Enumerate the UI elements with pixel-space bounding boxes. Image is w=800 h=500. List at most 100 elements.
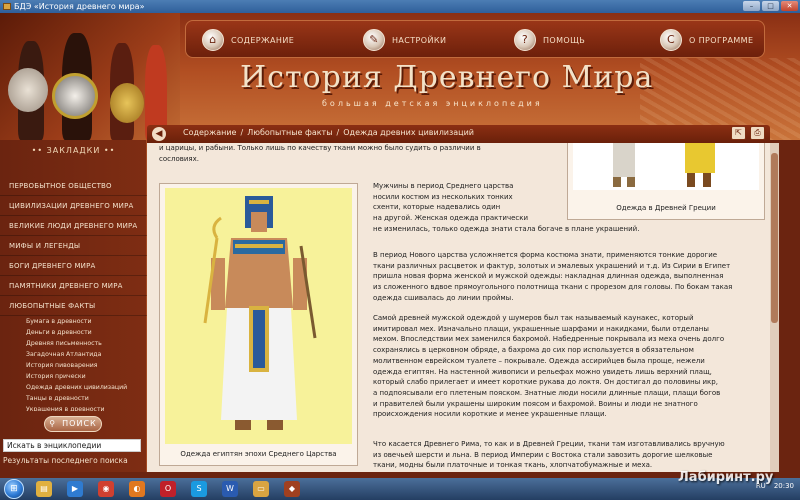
text-line: который слабо прилегает и имеет короткие… [373,378,718,387]
wrench-icon: ✎ [363,29,385,51]
breadcrumb-item-contents[interactable]: Содержание [183,128,236,137]
clock[interactable]: 20:30 [774,482,794,490]
media-player-icon[interactable]: ▶ [67,481,83,497]
window-title: БДЭ «История древнего мира» [14,2,145,11]
sidebar-subitem[interactable]: Бумага в древности [0,316,147,327]
sidebar-item-primitive[interactable]: ПЕРВОБЫТНОЕ ОБЩЕСТВО [0,176,147,196]
breadcrumb-item-current: Одежда древних цивилизаций [343,128,475,137]
text-line: имитировал мех. Изначально плащи, украше… [373,324,709,333]
sidebar-item-civilizations[interactable]: ЦИВИЛИЗАЦИИ ДРЕВНЕГО МИРА [0,196,147,216]
text-line: схенти, которые надевались один [373,203,501,212]
folder-icon[interactable]: ▭ [253,481,269,497]
text-line: одежда сшивалась до линии проймы. [373,293,514,302]
back-button[interactable]: ◀ [152,127,166,141]
main-nav: ⌂ СОДЕРЖАНИЕ ✎ НАСТРОЙКИ ? ПОМОЩЬ C О ПР… [185,20,765,58]
text-line: ткани различных расцветок и фактур, золо… [373,261,731,270]
breadcrumb: Содержание / Любопытные факты / Одежда древн… [183,128,474,137]
sidebar-subitem[interactable]: Древняя письменность [0,338,147,349]
warriors-illustration [0,13,180,140]
text-line: Что касается Древнего Рима, то как и в Д… [373,440,725,448]
app-icon[interactable]: ◆ [284,481,300,497]
sidebar-subitem[interactable]: Танцы в древности [0,393,147,404]
breadcrumb-bar: ◀ Содержание / Любопытные факты / Одежда дре… [147,125,770,143]
sidebar-subitem[interactable]: Украшения в древности [0,404,147,411]
paragraph-rome: Что касается Древнего Рима, то как и в Д… [373,439,765,471]
print-icon[interactable]: ⎙ [750,126,765,140]
nav-help-label: ПОМОЩЬ [543,35,586,45]
search-button-label: ПОИСК [62,419,97,428]
home-icon: ⌂ [202,29,224,51]
text-line: Самой древней мужской одеждой у шумеров … [373,314,694,322]
header: ⌂ СОДЕРЖАНИЕ ✎ НАСТРОЙКИ ? ПОМОЩЬ C О ПР… [0,13,800,140]
nav-settings-label: НАСТРОЙКИ [392,35,447,45]
watermark: Лабиринт.ру [678,470,774,485]
maximize-button[interactable]: □ [762,1,779,11]
bookmarks-header[interactable]: •• ЗАКЛАДКИ •• [0,146,147,155]
breadcrumb-separator: / [240,128,244,137]
text-line: носили костюм из нескольких тонких [373,192,513,201]
sidebar-subitem[interactable]: Деньги в древности [0,327,147,338]
text-line: из сложенного вдвое прямоугольного полот… [373,283,733,292]
nav-settings[interactable]: ✎ НАСТРОЙКИ [363,27,446,53]
sidebar-subitem[interactable]: История прически [0,371,147,382]
opera-icon[interactable]: O [160,481,176,497]
figure-egypt-caption: Одежда египтян эпохи Среднего Царства [180,450,337,458]
app-icon [3,3,11,10]
expand-icon[interactable]: ⇱ [731,126,746,140]
scrollbar-thumb[interactable] [771,153,778,323]
search-icon: ⚲ [49,419,57,428]
site-title: История Древнего Мира [240,60,654,95]
search-in-encyclopedia[interactable]: Искать в энциклопедии [3,439,141,452]
breadcrumb-item-facts[interactable]: Любопытные факты [247,128,332,137]
window-controls: – □ ✕ [743,1,798,11]
paragraph-sumerians: Самой древней мужской одеждой у шумеров … [373,313,765,420]
content-scrollbar[interactable] [770,143,779,472]
text-line: сохранялись в церковном обряде, а бахром… [373,346,694,355]
search-button[interactable]: ⚲ ПОИСК [44,416,102,432]
text-line: В период Нового царства усложняется форм… [373,251,718,259]
sidebar-item-myths[interactable]: МИФЫ И ЛЕГЕНДЫ [0,236,147,256]
paragraph-new-kingdom: В период Нового царства усложняется форм… [373,250,765,304]
page-tools: ⇱ ⎙ [731,126,765,140]
sidebar: •• ЗАКЛАДКИ •• ПЕРВОБЫТНОЕ ОБЩЕСТВО ЦИВИ… [0,140,147,472]
text-line: происхождения носили короткие и менее ук… [373,410,607,419]
nav-contents[interactable]: ⌂ СОДЕРЖАНИЕ [202,27,294,53]
nav-about-label: О ПРОГРАММЕ [689,35,754,45]
skype-icon[interactable]: S [191,481,207,497]
paragraph-middle-kingdom: Мужчины в период Среднего царства носили… [373,181,763,235]
sidebar-subitem[interactable]: История пивоварения [0,360,147,371]
text-line: одежда египтян. На настенной живописи и … [373,367,712,376]
explorer-icon[interactable]: ▤ [36,481,52,497]
text-line: мехом. Впоследствии мех заменился бахром… [373,335,725,344]
word-icon[interactable]: W [222,481,238,497]
text-line: а подпоясывали его плетеным пояском. Зна… [373,388,721,397]
sidebar-subitem-current[interactable]: Одежда древних цивилизаций [0,382,147,393]
text-line: молитвенном еврейском туалете – покрывал… [373,356,705,365]
firefox-icon[interactable]: ◐ [129,481,145,497]
sidebar-menu: ПЕРВОБЫТНОЕ ОБЩЕСТВО ЦИВИЛИЗАЦИИ ДРЕВНЕГ… [0,176,147,411]
nav-contents-label: СОДЕРЖАНИЕ [231,35,295,45]
figure-egypt: Одежда египтян эпохи Среднего Царства [159,183,358,466]
last-search-results[interactable]: Результаты последнего поиска [3,456,128,465]
nav-help[interactable]: ? ПОМОЩЬ [514,27,585,53]
sidebar-item-gods[interactable]: БОГИ ДРЕВНЕГО МИРА [0,256,147,276]
title-bar: БДЭ «История древнего мира» – □ ✕ [0,0,800,13]
start-button[interactable]: ⊞ [4,479,24,499]
sidebar-item-great-people[interactable]: ВЕЛИКИЕ ЛЮДИ ДРЕВНЕГО МИРА [0,216,147,236]
help-icon: ? [514,29,536,51]
nav-about[interactable]: C О ПРОГРАММЕ [660,27,753,53]
sidebar-item-facts[interactable]: ЛЮБОПЫТНЫЕ ФАКТЫ [0,296,147,316]
text-line: пришла новая форма женской и мужской оде… [373,272,724,281]
chrome-icon[interactable]: ◉ [98,481,114,497]
info-icon: C [660,29,682,51]
article-content: и царицы, и рабыни. Только лишь по качес… [147,143,770,472]
minimize-button[interactable]: – [743,1,760,11]
close-button[interactable]: ✕ [781,1,798,11]
site-subtitle: большая детская энциклопедия [322,99,543,108]
taskbar-icons: ▤ ▶ ◉ ◐ O S W ▭ ◆ [36,481,300,497]
sidebar-subitem[interactable]: Загадочная Атлантида [0,349,147,360]
breadcrumb-separator: / [336,128,340,137]
sidebar-item-monuments[interactable]: ПАМЯТНИКИ ДРЕВНЕГО МИРА [0,276,147,296]
text-line: Мужчины в период Среднего царства [373,182,514,190]
text-line: не изменилась, только одежда знати стала… [373,224,640,233]
